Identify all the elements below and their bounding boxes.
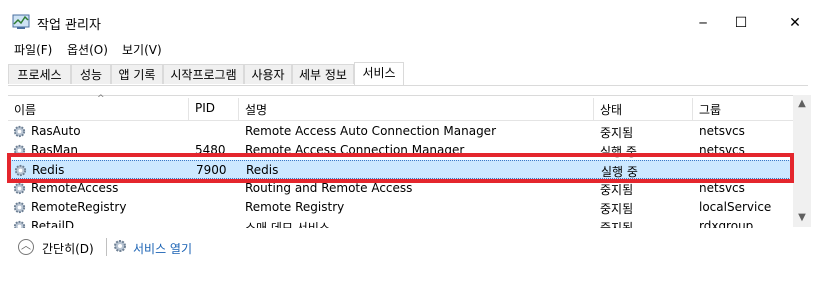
- service-gear-icon: [13, 220, 26, 228]
- vertical-scrollbar[interactable]: ▲ ▼: [793, 95, 811, 227]
- service-status: 중지됨: [600, 221, 634, 228]
- service-gear-icon: [13, 182, 26, 195]
- close-button[interactable]: ✕: [772, 8, 818, 38]
- tab-users[interactable]: 사용자: [244, 64, 292, 84]
- column-group[interactable]: 그룹: [699, 101, 721, 118]
- tab-startup[interactable]: 시작프로그램: [163, 64, 244, 84]
- task-manager-icon: [12, 14, 30, 29]
- service-status: 중지됨: [600, 183, 634, 197]
- scroll-down-arrow-icon[interactable]: ▼: [793, 209, 811, 227]
- service-description: Routing and Remote Access: [245, 181, 413, 195]
- service-name: RasAuto: [31, 124, 81, 138]
- table-row-selected[interactable]: Redis 7900 Redis 실행 중: [8, 160, 793, 179]
- service-gear-icon: [13, 201, 26, 214]
- collapse-chevron-up-icon[interactable]: ︿: [18, 239, 34, 255]
- footer-bar: ︿ 간단히(D) 서비스 열기: [8, 229, 811, 267]
- table-row[interactable]: RetailD 소매 데모 서비스 중지됨 rdxgroup: [8, 217, 793, 228]
- service-name: Redis: [32, 163, 65, 177]
- fewer-details-button[interactable]: 간단히(D): [42, 240, 94, 257]
- service-group: netsvcs: [699, 143, 745, 157]
- service-pid: 7900: [196, 163, 227, 177]
- tab-app-history[interactable]: 앱 기록: [111, 64, 163, 84]
- close-icon: ✕: [789, 15, 801, 31]
- tab-performance[interactable]: 성능: [71, 64, 111, 84]
- column-divider[interactable]: [188, 98, 189, 120]
- menu-file[interactable]: 파일(F): [14, 41, 52, 58]
- service-name: RemoteAccess: [31, 181, 119, 195]
- column-name[interactable]: 이름: [14, 101, 36, 118]
- menu-bar: 파일(F) 옵션(O) 보기(V): [0, 39, 819, 61]
- service-group: rdxgroup: [699, 219, 754, 228]
- service-gear-icon: [13, 144, 26, 157]
- service-gear-icon: [13, 125, 26, 138]
- table-row[interactable]: RemoteRegistry Remote Registry 중지됨 local…: [8, 198, 793, 217]
- service-description: Remote Access Auto Connection Manager: [245, 124, 496, 138]
- services-gear-icon: [114, 240, 126, 252]
- table-row[interactable]: RemoteAccess Routing and Remote Access 중…: [8, 179, 793, 198]
- service-description: Remote Access Connection Manager: [245, 143, 465, 157]
- service-name: RasMan: [31, 143, 78, 157]
- service-description: Redis: [246, 163, 279, 177]
- services-table: ^ 이름 PID 설명 상태 그룹 RasAuto Remote Access …: [8, 94, 811, 228]
- minimize-icon: ─: [699, 16, 707, 30]
- maximize-icon: ☐: [734, 15, 748, 31]
- service-status: 실행 중: [600, 145, 637, 159]
- title-bar: 작업 관리자 ─ ☐ ✕: [0, 0, 819, 42]
- open-services-link[interactable]: 서비스 열기: [133, 240, 192, 257]
- service-group: localService: [699, 200, 772, 214]
- column-divider[interactable]: [238, 98, 239, 120]
- tab-strip: 프로세스 성능 앱 기록 시작프로그램 사용자 세부 정보 서비스: [8, 62, 808, 86]
- menu-view[interactable]: 보기(V): [122, 41, 162, 58]
- service-name: RetailD: [31, 219, 75, 228]
- tab-processes[interactable]: 프로세스: [8, 64, 71, 84]
- footer-divider: [106, 238, 107, 256]
- column-description[interactable]: 설명: [245, 101, 267, 118]
- service-status: 중지됨: [600, 126, 634, 140]
- tab-details[interactable]: 세부 정보: [292, 64, 354, 84]
- column-pid[interactable]: PID: [195, 101, 215, 115]
- column-divider[interactable]: [593, 98, 594, 120]
- service-description: 소매 데모 서비스: [245, 221, 330, 228]
- window-title: 작업 관리자: [37, 18, 101, 33]
- task-manager-window: 작업 관리자 ─ ☐ ✕ 파일(F) 옵션(O) 보기(V) 프로세스 성능 앱…: [0, 0, 819, 282]
- service-description: Remote Registry: [245, 200, 345, 214]
- service-status: 실행 중: [601, 165, 638, 179]
- service-pid: 5480: [195, 143, 226, 157]
- service-gear-icon: [14, 164, 27, 177]
- service-status: 중지됨: [600, 202, 634, 216]
- table-row[interactable]: RasMan 5480 Remote Access Connection Man…: [8, 141, 793, 160]
- service-name: RemoteRegistry: [31, 200, 127, 214]
- service-group: netsvcs: [699, 124, 745, 138]
- scroll-up-arrow-icon[interactable]: ▲: [793, 95, 811, 113]
- tab-services[interactable]: 서비스: [354, 62, 404, 85]
- table-header: ^ 이름 PID 설명 상태 그룹: [8, 94, 793, 121]
- maximize-button[interactable]: ☐: [718, 8, 764, 38]
- column-divider[interactable]: [692, 98, 693, 120]
- service-group: netsvcs: [699, 181, 745, 195]
- table-row[interactable]: RasAuto Remote Access Auto Connection Ma…: [8, 122, 793, 141]
- sort-ascending-icon: ^: [97, 94, 105, 104]
- menu-options[interactable]: 옵션(O): [67, 41, 108, 58]
- column-status[interactable]: 상태: [600, 101, 622, 118]
